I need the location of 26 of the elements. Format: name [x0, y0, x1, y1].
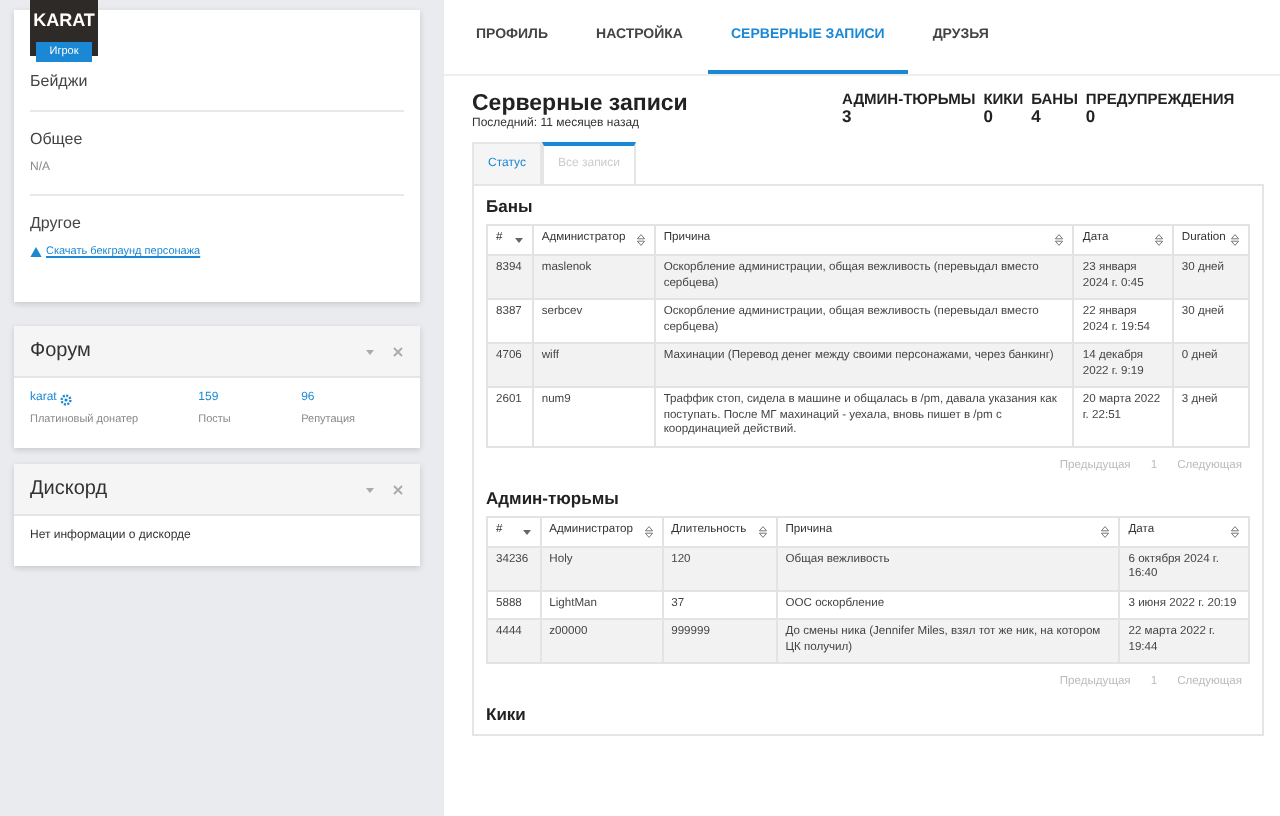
- stat-value: 0: [1085, 107, 1096, 127]
- sort-icon[interactable]: [757, 525, 768, 538]
- section-title: Общее: [30, 128, 85, 152]
- sort-icon[interactable]: [643, 525, 654, 538]
- table-title: Кики: [486, 706, 528, 726]
- sort-icon[interactable]: [1054, 234, 1065, 247]
- card-title: Дискорд: [30, 476, 110, 505]
- player-name: KARAT: [31, 8, 97, 34]
- sort-icon[interactable]: [1230, 525, 1240, 538]
- sort-icon[interactable]: [1230, 234, 1240, 247]
- sort-icon[interactable]: [1153, 234, 1164, 247]
- gear-icon: [60, 393, 73, 406]
- stat-value: 0: [983, 107, 995, 127]
- stat-value: 3: [842, 107, 852, 127]
- table-title: Баны: [486, 198, 535, 217]
- card-title: Форум: [30, 338, 93, 367]
- stat-value: 4: [1031, 107, 1043, 127]
- triangle-icon: [30, 246, 42, 259]
- sort-icon[interactable]: [635, 234, 646, 247]
- section-title: Бейджи: [30, 70, 90, 94]
- sort-icon[interactable]: [1100, 525, 1111, 538]
- sort-desc-icon[interactable]: [513, 234, 524, 247]
- sort-desc-icon[interactable]: [521, 525, 532, 538]
- section-title: Другое: [30, 212, 83, 236]
- records-title: Серверные записи: [472, 91, 690, 117]
- table-title: Админ-тюрьмы: [486, 489, 621, 509]
